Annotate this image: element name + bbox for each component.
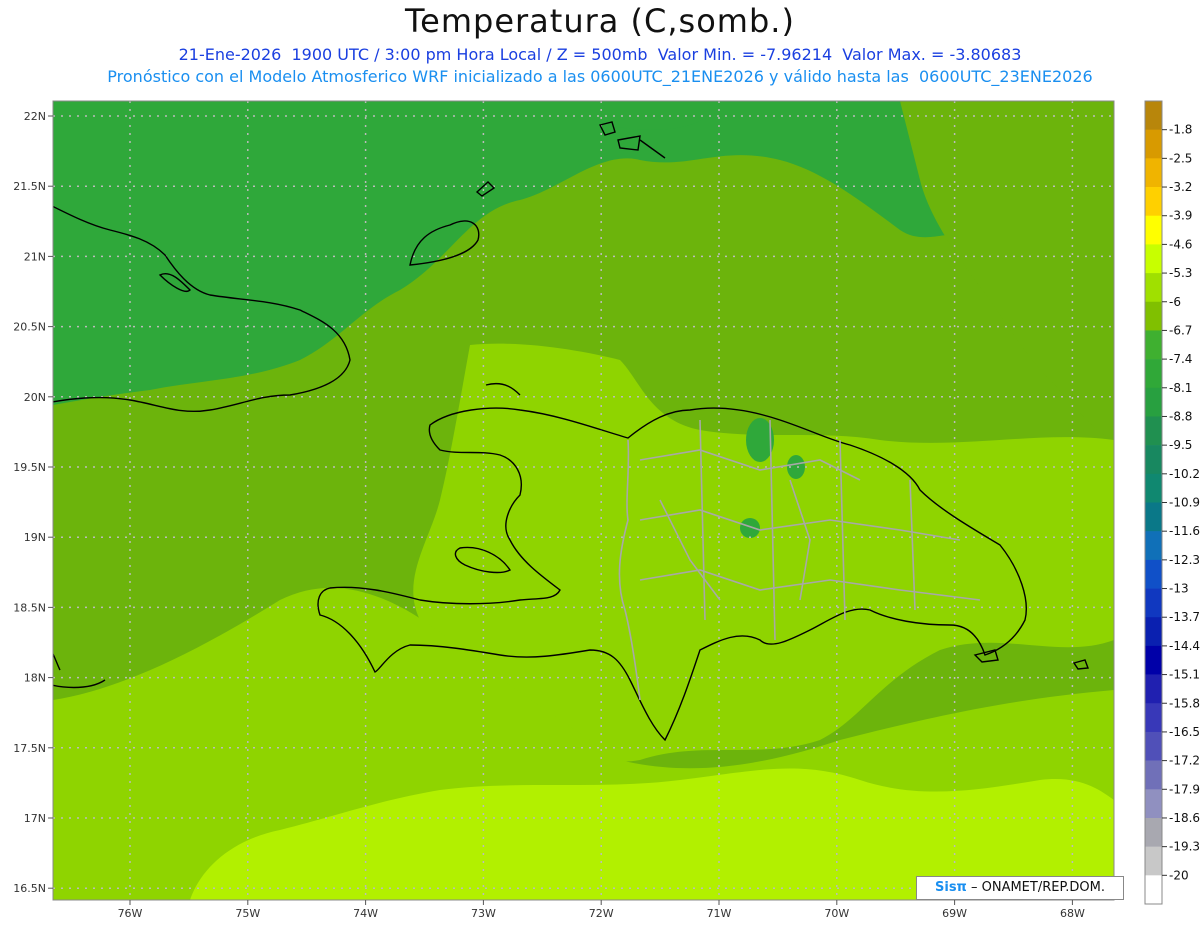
colorbar-label: -14.4 — [1169, 639, 1200, 653]
credit-text: – ONAMET/REP.DOM. — [966, 880, 1105, 895]
credit-brand: Sisπ — [935, 880, 967, 895]
colorbar-swatch — [1145, 101, 1162, 130]
colorbar-label: -18.6 — [1169, 811, 1200, 825]
colorbar-label: -13 — [1169, 582, 1189, 596]
colorbar-label: -5.3 — [1169, 266, 1192, 280]
lat-tick-label: 19.5N — [13, 461, 46, 474]
colorbar-swatch — [1145, 187, 1162, 217]
patch-green-d — [590, 101, 710, 130]
colorbar-label: -2.5 — [1169, 151, 1192, 165]
lat-tick-label: 20.5N — [13, 321, 46, 334]
lat-tick-label: 17N — [24, 812, 46, 825]
colorbar-label: -4.6 — [1169, 237, 1192, 251]
lon-tick-label: 69W — [942, 907, 967, 920]
colorbar-swatch — [1145, 731, 1162, 761]
colorbar-swatch — [1145, 588, 1162, 618]
lon-tick-label: 75W — [235, 907, 260, 920]
lon-tick-label: 72W — [589, 907, 614, 920]
lon-tick-label: 70W — [824, 907, 849, 920]
colorbar-swatch — [1145, 703, 1162, 733]
lat-tick-label: 22N — [24, 110, 46, 123]
colorbar-label: -17.9 — [1169, 782, 1200, 796]
lon-tick-label: 71W — [707, 907, 732, 920]
colorbar-swatch — [1145, 273, 1162, 303]
colorbar-swatch — [1145, 617, 1162, 647]
colorbar-label: -19.3 — [1169, 840, 1200, 854]
colorbar-swatch — [1145, 330, 1162, 360]
colorbar-label: -9.5 — [1169, 438, 1192, 452]
colorbar-label: -10.2 — [1169, 467, 1200, 481]
lat-tick-label: 19N — [24, 531, 46, 544]
colorbar-label: -17.2 — [1169, 754, 1200, 768]
colorbar-swatch — [1145, 158, 1162, 188]
lat-tick-label: 20N — [24, 391, 46, 404]
lat-tick-label: 21.5N — [13, 180, 46, 193]
lat-tick-label: 17.5N — [13, 742, 46, 755]
temperature-map: 22N 21.5N 21N 20.5N 20N 19.5N 19N 18.5N 18N 17.5N… — [13, 100, 1200, 920]
colorbar-label: -3.9 — [1169, 209, 1192, 223]
colorbar-swatch — [1145, 129, 1162, 159]
lon-tick-label: 76W — [118, 907, 143, 920]
colorbar-label: -8.8 — [1169, 409, 1192, 423]
colorbar-label: -16.5 — [1169, 725, 1200, 739]
colorbar-swatch — [1145, 301, 1162, 331]
colorbar-label: -11.6 — [1169, 524, 1200, 538]
colorbar-swatch — [1145, 531, 1162, 561]
credit-box: Sisπ – ONAMET/REP.DOM. — [916, 876, 1124, 900]
colorbar-swatch — [1145, 674, 1162, 704]
colorbar-swatch — [1145, 789, 1162, 819]
lon-tick-label: 73W — [471, 907, 496, 920]
colorbar-swatch — [1145, 502, 1162, 532]
colorbar-label: -10.9 — [1169, 496, 1200, 510]
colorbar-swatch — [1145, 244, 1162, 274]
colorbar-label: -1.8 — [1169, 123, 1192, 137]
colorbar-swatch — [1145, 760, 1162, 790]
colorbar-swatch — [1145, 445, 1162, 475]
colorbar-label: -15.1 — [1169, 668, 1200, 682]
colorbar-swatch — [1145, 416, 1162, 446]
colorbar-label: -15.8 — [1169, 696, 1200, 710]
colorbar-swatch — [1145, 817, 1162, 847]
colorbar-label: -6.7 — [1169, 323, 1192, 337]
patch-green-c — [740, 518, 760, 538]
lon-tick-label: 74W — [353, 907, 378, 920]
lat-tick-label: 21N — [24, 250, 46, 263]
colorbar: -1.8 -2.5 -3.2 -3.9 -4.6 -5.3 -6 -6.7 -7.4 -8.1 -8… — [1144, 100, 1200, 905]
colorbar-swatch — [1145, 875, 1162, 905]
colorbar-swatch — [1145, 387, 1162, 417]
colorbar-swatch — [1145, 473, 1162, 503]
colorbar-label: -6 — [1169, 295, 1181, 309]
colorbar-label: -13.7 — [1169, 610, 1200, 624]
colorbar-label: -8.1 — [1169, 381, 1192, 395]
colorbar-swatch — [1145, 215, 1162, 245]
lat-tick-label: 18.5N — [13, 601, 46, 614]
lon-tick-label: 68W — [1060, 907, 1085, 920]
colorbar-swatch — [1145, 359, 1162, 389]
colorbar-label: -3.2 — [1169, 180, 1192, 194]
lat-tick-label: 16.5N — [13, 882, 46, 895]
lat-tick-label: 18N — [24, 672, 46, 685]
colorbar-swatch — [1145, 645, 1162, 675]
colorbar-swatch — [1145, 846, 1162, 876]
colorbar-label: -12.3 — [1169, 553, 1200, 567]
colorbar-swatch — [1145, 559, 1162, 589]
colorbar-label: -7.4 — [1169, 352, 1192, 366]
colorbar-label: -20 — [1169, 868, 1189, 882]
